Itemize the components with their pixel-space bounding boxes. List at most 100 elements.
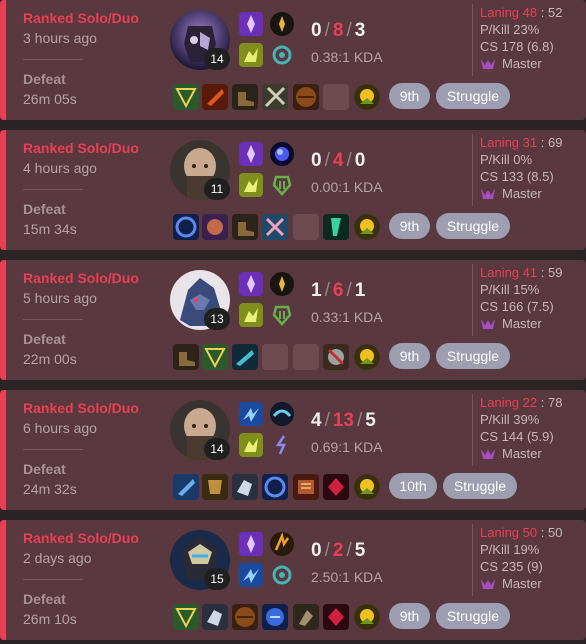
ghost-icon[interactable] — [239, 303, 263, 327]
match-duration: 24m 32s — [23, 481, 77, 497]
item-slot[interactable] — [232, 84, 258, 110]
master-tier-icon — [481, 318, 495, 329]
match-result: Defeat — [23, 201, 66, 217]
kill-participation: P/Kill 39% — [480, 412, 540, 427]
kda-ratio: 0.38:1 KDA — [311, 49, 383, 65]
ghost-icon[interactable] — [239, 173, 263, 197]
divider — [23, 59, 83, 60]
match-result: Defeat — [23, 71, 66, 87]
performance-tag[interactable]: Struggle — [436, 343, 510, 369]
match-card[interactable]: Ranked Solo/Duo 2 days ago Defeat 26m 10… — [0, 520, 586, 640]
performance-tag[interactable]: Struggle — [436, 83, 510, 109]
time-ago: 5 hours ago — [23, 290, 97, 306]
placement-badge: 9th — [389, 213, 430, 239]
item-slot[interactable] — [323, 344, 349, 370]
tier-label: Master — [480, 55, 576, 72]
conqueror-rune-icon — [270, 272, 294, 296]
laning-score: Laning 50 : 50 — [480, 525, 563, 540]
performance-tag[interactable]: Struggle — [436, 603, 510, 629]
match-result: Defeat — [23, 591, 66, 607]
kda-score: 0/2/5 — [311, 540, 366, 561]
item-slot[interactable] — [202, 474, 228, 500]
match-card[interactable]: Ranked Solo/Duo 4 hours ago Defeat 15m 3… — [0, 130, 586, 250]
champion-level: 11 — [204, 178, 230, 200]
match-duration: 22m 00s — [23, 351, 77, 367]
kills: 1 — [311, 280, 322, 301]
ghost-icon[interactable] — [239, 43, 263, 67]
placement-badge: 10th — [389, 473, 437, 499]
match-card[interactable]: Ranked Solo/Duo 6 hours ago Defeat 24m 3… — [0, 390, 586, 510]
match-duration: 15m 34s — [23, 221, 77, 237]
trinket-icon[interactable] — [354, 474, 380, 500]
queue-type: Ranked Solo/Duo — [23, 530, 139, 546]
item-slot[interactable] — [232, 604, 258, 630]
assists: 3 — [354, 20, 366, 41]
match-duration: 26m 05s — [23, 91, 77, 107]
match-stats: Laning 48 : 52 P/Kill 23% CS 178 (6.8) M… — [472, 4, 576, 76]
assists: 1 — [354, 280, 366, 301]
performance-tag[interactable]: Struggle — [443, 473, 517, 499]
flash-icon[interactable] — [239, 563, 263, 587]
item-slot[interactable] — [173, 344, 199, 370]
item-slot[interactable] — [323, 474, 349, 500]
teleport-icon[interactable] — [239, 142, 263, 166]
match-result: Defeat — [23, 331, 66, 347]
trinket-icon[interactable] — [354, 604, 380, 630]
item-slot[interactable] — [323, 214, 349, 240]
match-stats: Laning 41 : 59 P/Kill 15% CS 166 (7.5) M… — [472, 264, 576, 336]
item-slot[interactable] — [293, 84, 319, 110]
kda-ratio: 0.69:1 KDA — [311, 439, 383, 455]
champion-level: 13 — [204, 308, 230, 330]
match-stats: Laning 50 : 50 P/Kill 19% CS 235 (9) Mas… — [472, 524, 576, 596]
teleport-icon[interactable] — [239, 272, 263, 296]
item-slot[interactable] — [202, 344, 228, 370]
item-slot[interactable] — [232, 214, 258, 240]
match-card[interactable]: Ranked Solo/Duo 3 hours ago Defeat 26m 0… — [0, 0, 586, 120]
match-card[interactable]: Ranked Solo/Duo 5 hours ago Defeat 22m 0… — [0, 260, 586, 380]
kda-score: 1/6/1 — [311, 280, 366, 301]
item-slot[interactable] — [323, 604, 349, 630]
item-slot[interactable] — [262, 84, 288, 110]
champion-level: 14 — [204, 48, 230, 70]
tier-label: Master — [480, 445, 576, 462]
master-tier-icon — [481, 58, 495, 69]
sorcery-rune-icon — [270, 433, 294, 457]
divider — [23, 449, 83, 450]
empty-item-slot — [323, 84, 349, 110]
item-slot[interactable] — [232, 344, 258, 370]
laning-score: Laning 31 : 69 — [480, 135, 563, 150]
item-slot[interactable] — [232, 474, 258, 500]
kda-ratio: 0.00:1 KDA — [311, 179, 383, 195]
item-slot[interactable] — [262, 474, 288, 500]
item-slot[interactable] — [202, 604, 228, 630]
performance-tag[interactable]: Struggle — [436, 213, 510, 239]
kda-ratio: 0.33:1 KDA — [311, 309, 383, 325]
item-slot[interactable] — [173, 474, 199, 500]
creep-score: CS 178 (6.8) — [480, 39, 554, 54]
master-tier-icon — [481, 188, 495, 199]
tier-label: Master — [480, 185, 576, 202]
trinket-icon[interactable] — [354, 214, 380, 240]
deaths: 2 — [332, 540, 344, 561]
champion-level: 14 — [204, 438, 230, 460]
item-slot[interactable] — [173, 214, 199, 240]
trinket-icon[interactable] — [354, 344, 380, 370]
item-slot[interactable] — [262, 604, 288, 630]
time-ago: 4 hours ago — [23, 160, 97, 176]
placement-badge: 9th — [389, 343, 430, 369]
teleport-icon[interactable] — [239, 12, 263, 36]
assists: 0 — [354, 150, 366, 171]
placement-badge: 9th — [389, 603, 430, 629]
item-slot[interactable] — [262, 214, 288, 240]
item-slot[interactable] — [202, 84, 228, 110]
item-slot[interactable] — [293, 474, 319, 500]
trinket-icon[interactable] — [354, 84, 380, 110]
flash-icon[interactable] — [239, 402, 263, 426]
item-slot[interactable] — [173, 604, 199, 630]
creep-score: CS 144 (5.9) — [480, 429, 554, 444]
item-slot[interactable] — [202, 214, 228, 240]
item-slot[interactable] — [173, 84, 199, 110]
item-slot[interactable] — [293, 604, 319, 630]
teleport-icon[interactable] — [239, 532, 263, 556]
ghost-icon[interactable] — [239, 433, 263, 457]
